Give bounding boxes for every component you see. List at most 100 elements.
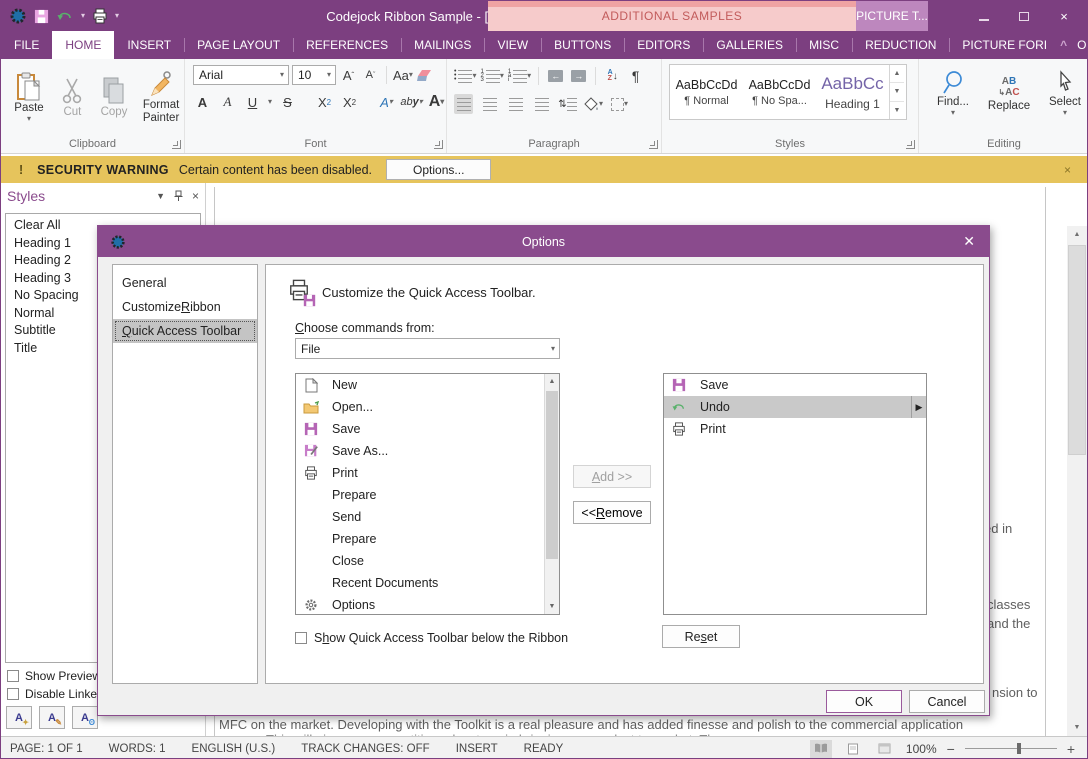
undo-dropdown-icon[interactable]: ▾	[81, 5, 85, 27]
find-button[interactable]: Find...▾	[931, 64, 975, 117]
line-spacing-icon[interactable]: ⇅	[558, 94, 577, 114]
tab-references[interactable]: REFERENCES	[293, 31, 401, 59]
nav-customize-ribbon[interactable]: Customize Ribbon	[113, 295, 257, 319]
tab-insert[interactable]: INSERT	[114, 31, 184, 59]
qat-item-undo[interactable]: Undo ▶	[664, 396, 926, 418]
tab-editors[interactable]: EDITORS	[624, 31, 703, 59]
paragraph-dialog-launcher[interactable]	[649, 140, 658, 149]
copy-button[interactable]: Copy	[94, 70, 134, 119]
reset-button[interactable]: Reset	[662, 625, 740, 648]
tab-home[interactable]: HOME	[52, 31, 114, 59]
increase-indent-icon[interactable]: →	[569, 66, 588, 86]
nav-general[interactable]: General	[113, 271, 257, 295]
tab-file[interactable]: FILE	[1, 31, 52, 59]
underline-dropdown-icon[interactable]: ▾	[268, 98, 272, 106]
scroll-up-icon[interactable]: ▲	[1067, 226, 1087, 243]
font-color-icon[interactable]: A▾	[427, 92, 446, 112]
status-language[interactable]: ENGLISH (U.S.)	[192, 743, 276, 755]
multilevel-list-icon[interactable]: 1ai▾	[508, 66, 531, 86]
command-prepare-2[interactable]: Prepare	[296, 528, 559, 550]
replace-button[interactable]: AB↳AC Replace	[983, 68, 1035, 113]
command-save-as[interactable]: Save As...	[296, 440, 559, 462]
qat-item-print[interactable]: Print	[664, 418, 926, 440]
scrollbar-thumb[interactable]	[1068, 245, 1086, 455]
qat-item-save[interactable]: Save	[664, 374, 926, 396]
style-no-spacing[interactable]: AaBbCcDd ¶ No Spa...	[743, 65, 816, 119]
tab-misc[interactable]: MISC	[796, 31, 852, 59]
print-icon[interactable]	[92, 5, 108, 27]
sort-icon[interactable]: AZ↓	[603, 66, 622, 86]
cut-button[interactable]: Cut	[55, 70, 90, 119]
close-icon[interactable]: ×	[1057, 9, 1071, 24]
select-button[interactable]: Select▾	[1043, 64, 1087, 117]
command-save[interactable]: Save	[296, 418, 559, 440]
save-icon[interactable]	[34, 5, 49, 27]
commands-scrollbar[interactable]: ▲ ▼	[544, 374, 559, 614]
gallery-up-icon[interactable]: ▲	[890, 65, 904, 83]
ok-button[interactable]: OK	[826, 690, 902, 713]
choose-commands-combo[interactable]: File▾	[295, 338, 560, 359]
scroll-down-icon[interactable]: ▼	[545, 599, 559, 614]
font-dialog-launcher[interactable]	[434, 140, 443, 149]
zoom-slider-thumb[interactable]	[1017, 743, 1021, 754]
read-mode-icon[interactable]	[810, 740, 832, 758]
text-effects-icon[interactable]: A▾	[377, 92, 396, 112]
tab-reduction[interactable]: REDUCTION	[852, 31, 949, 59]
pane-dropdown-icon[interactable]: ▼	[156, 191, 165, 201]
remove-button[interactable]: << Remove	[573, 501, 651, 524]
command-send[interactable]: Send ▶	[296, 506, 559, 528]
status-insert[interactable]: INSERT	[456, 743, 498, 755]
align-center-icon[interactable]	[480, 94, 499, 114]
status-words[interactable]: WORDS: 1	[109, 743, 166, 755]
subscript-icon[interactable]: X2	[315, 92, 334, 112]
tab-page-layout[interactable]: PAGE LAYOUT	[184, 31, 293, 59]
clear-formatting-icon[interactable]	[416, 65, 435, 85]
document-scrollbar[interactable]: ▲ ▼	[1067, 226, 1087, 736]
maximize-icon[interactable]	[1017, 9, 1031, 24]
status-page[interactable]: PAGE: 1 OF 1	[10, 743, 83, 755]
font-family-combo[interactable]: Arial▾	[193, 65, 289, 85]
tab-picture-format[interactable]: PICTURE FORI	[949, 31, 1060, 59]
pane-close-icon[interactable]: ×	[192, 189, 199, 203]
zoom-out-icon[interactable]: −	[947, 741, 955, 757]
format-painter-button[interactable]: Format Painter	[138, 63, 184, 125]
paste-button[interactable]: Paste▾	[7, 66, 51, 123]
tab-mailings[interactable]: MAILINGS	[401, 31, 484, 59]
bullets-icon[interactable]: •••▾	[454, 66, 476, 86]
style-heading-1[interactable]: AaBbCc Heading 1	[816, 65, 889, 119]
undo-icon[interactable]	[56, 5, 74, 27]
italic-icon[interactable]: A	[218, 92, 237, 112]
shrink-font-icon[interactable]: Aˇ	[361, 65, 380, 85]
command-prepare[interactable]: Prepare	[296, 484, 559, 506]
scroll-down-icon[interactable]: ▼	[1067, 719, 1087, 736]
qat-customize-icon[interactable]: ▾	[115, 5, 119, 27]
underline-icon[interactable]: U	[243, 92, 262, 112]
align-left-icon[interactable]	[454, 94, 473, 114]
command-options[interactable]: Options	[296, 594, 559, 615]
command-open[interactable]: Open...	[296, 396, 559, 418]
decrease-indent-icon[interactable]: ←	[546, 66, 565, 86]
tab-buttons[interactable]: BUTTONS	[541, 31, 624, 59]
options-menu-button[interactable]: Options▾	[1077, 38, 1088, 52]
zoom-level[interactable]: 100%	[906, 742, 937, 756]
justify-icon[interactable]	[532, 94, 551, 114]
nav-quick-access-toolbar[interactable]: Quick Access Toolbar	[113, 319, 257, 343]
superscript-icon[interactable]: X2	[340, 92, 359, 112]
cancel-button[interactable]: Cancel	[909, 690, 985, 713]
warning-close-icon[interactable]: ×	[1064, 163, 1071, 177]
pane-pin-icon[interactable]	[174, 190, 183, 203]
scroll-up-icon[interactable]: ▲	[545, 374, 559, 389]
styles-dialog-launcher[interactable]	[906, 140, 915, 149]
style-inspector-button[interactable]: A✎	[39, 706, 65, 729]
minimize-icon[interactable]	[977, 9, 991, 24]
zoom-in-icon[interactable]: +	[1067, 741, 1075, 757]
bold-icon[interactable]: A	[193, 92, 212, 112]
highlight-icon[interactable]: aby▾	[402, 92, 421, 112]
show-qat-below-checkbox[interactable]: Show Quick Access Toolbar below the Ribb…	[295, 631, 568, 645]
command-close[interactable]: Close	[296, 550, 559, 572]
command-recent-documents[interactable]: Recent Documents	[296, 572, 559, 594]
ribbon-collapse-icon[interactable]: ^	[1060, 38, 1067, 52]
contextual-tab-picture[interactable]: PICTURE T...	[856, 1, 928, 31]
tab-view[interactable]: VIEW	[484, 31, 541, 59]
tab-galleries[interactable]: GALLERIES	[703, 31, 796, 59]
